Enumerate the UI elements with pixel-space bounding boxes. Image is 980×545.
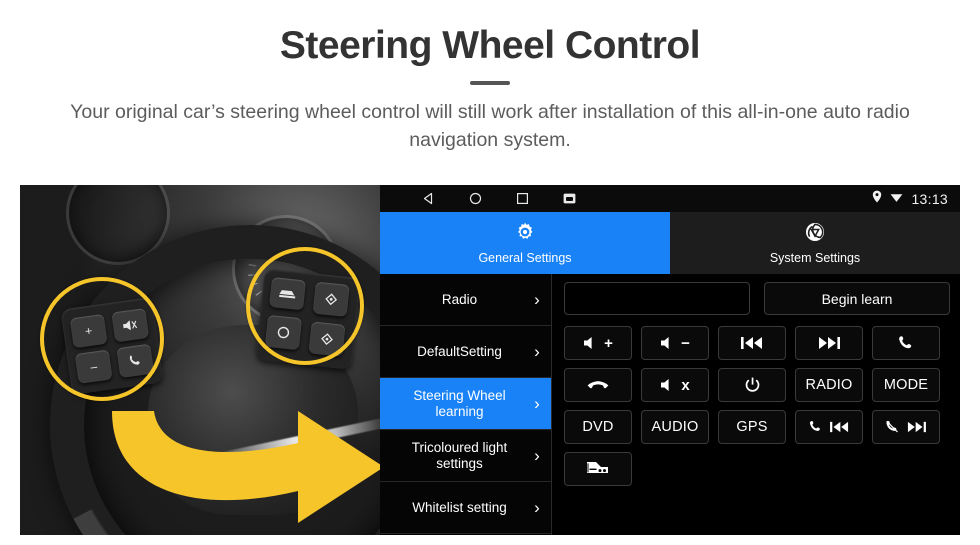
chevron-right-icon: › bbox=[534, 394, 540, 413]
audio-button[interactable]: AUDIO bbox=[641, 410, 709, 444]
function-button-grid: + − x RADIO MODE DVD AUDIO GPS bbox=[564, 326, 950, 486]
status-right-cluster: 13:13 bbox=[872, 185, 948, 212]
back-icon[interactable] bbox=[422, 192, 435, 205]
media-strip: + – 13:13 General Settings System Settin… bbox=[20, 185, 960, 535]
learn-status-input[interactable] bbox=[564, 282, 750, 315]
answer-call-button[interactable] bbox=[872, 326, 940, 360]
volume-up-button[interactable]: + bbox=[564, 326, 632, 360]
page-root: Steering Wheel Control Your original car… bbox=[0, 0, 980, 545]
mute-button[interactable]: x bbox=[641, 368, 709, 402]
system-swirl-icon bbox=[804, 221, 826, 246]
yellow-arrow-icon bbox=[112, 411, 380, 523]
power-button[interactable] bbox=[718, 368, 786, 402]
next-track-icon bbox=[817, 336, 841, 350]
end-call-button[interactable] bbox=[564, 368, 632, 402]
power-icon bbox=[744, 377, 761, 394]
recents-icon[interactable] bbox=[516, 192, 529, 205]
wifi-icon bbox=[890, 190, 903, 208]
begin-learn-button[interactable]: Begin learn bbox=[764, 282, 950, 315]
call-previous-button[interactable] bbox=[795, 410, 863, 444]
settings-tabs: General Settings System Settings bbox=[380, 212, 960, 274]
sidebar-item-steering-wheel-learning[interactable]: Steering Wheel learning › bbox=[380, 378, 551, 430]
chevron-right-icon: › bbox=[534, 446, 540, 465]
chevron-right-icon: › bbox=[534, 342, 540, 361]
hangup-next-button[interactable] bbox=[872, 410, 940, 444]
phone-icon bbox=[898, 335, 915, 352]
sidebar-item-label: Tricoloured light settings bbox=[411, 439, 508, 471]
gps-button-label: GPS bbox=[736, 419, 768, 435]
title-divider bbox=[470, 80, 510, 85]
page-title: Steering Wheel Control bbox=[279, 24, 701, 67]
mode-button[interactable]: MODE bbox=[872, 368, 940, 402]
android-nav-buttons bbox=[422, 192, 576, 205]
prev-track-icon bbox=[829, 421, 850, 433]
tab-general-settings-label: General Settings bbox=[478, 251, 572, 265]
prev-track-icon bbox=[740, 336, 764, 350]
speaker-icon bbox=[660, 378, 677, 392]
volume-down-button[interactable]: − bbox=[641, 326, 709, 360]
gps-button[interactable]: GPS bbox=[718, 410, 786, 444]
next-track-icon bbox=[906, 421, 927, 433]
radio-button[interactable]: RADIO bbox=[795, 368, 863, 402]
sidebar-item-label: DefaultSetting bbox=[417, 343, 502, 359]
phone-hangup-icon bbox=[586, 379, 610, 392]
screenshot-icon[interactable] bbox=[563, 193, 576, 204]
sidebar-item-label: Whitelist setting bbox=[412, 499, 507, 515]
chevron-right-icon: › bbox=[534, 498, 540, 517]
android-status-bar: 13:13 bbox=[380, 185, 960, 212]
sidebar-item-label: Radio bbox=[441, 291, 478, 307]
home-icon[interactable] bbox=[469, 192, 482, 205]
sidebar-item-label: Steering Wheel learning bbox=[413, 387, 506, 419]
settings-body: Radio › DefaultSetting › Steering Wheel … bbox=[380, 274, 960, 535]
next-track-button[interactable] bbox=[795, 326, 863, 360]
head-unit-screen: 13:13 General Settings System Settings R… bbox=[380, 185, 960, 535]
sidebar-item-whitelist-setting[interactable]: Whitelist setting › bbox=[380, 482, 551, 534]
car-icon bbox=[585, 460, 611, 478]
steering-wheel-learning-panel: Begin learn + − x RADIO MODE DVD AUDIO G… bbox=[552, 274, 960, 535]
tab-general-settings[interactable]: General Settings bbox=[380, 212, 670, 274]
settings-sidebar: Radio › DefaultSetting › Steering Wheel … bbox=[380, 274, 552, 535]
radio-button-label: RADIO bbox=[805, 377, 853, 393]
tab-system-settings-label: System Settings bbox=[769, 251, 861, 265]
phone-hangup-icon bbox=[885, 420, 900, 434]
pointer-arrow bbox=[102, 381, 380, 535]
sidebar-item-radio[interactable]: Radio › bbox=[380, 274, 551, 326]
page-header: Steering Wheel Control Your original car… bbox=[0, 0, 980, 154]
speaker-icon bbox=[583, 336, 600, 350]
chevron-right-icon: › bbox=[534, 290, 540, 309]
dvd-button-label: DVD bbox=[582, 419, 614, 435]
location-pin-icon bbox=[872, 190, 882, 208]
steering-wheel-photo: + – bbox=[20, 185, 380, 535]
learn-controls-row: Begin learn bbox=[564, 282, 950, 315]
sidebar-item-tricoloured-light-settings[interactable]: Tricoloured light settings › bbox=[380, 430, 551, 482]
previous-track-button[interactable] bbox=[718, 326, 786, 360]
sidebar-item-defaultsetting[interactable]: DefaultSetting › bbox=[380, 326, 551, 378]
vehicle-info-button[interactable] bbox=[564, 452, 632, 486]
phone-icon bbox=[809, 420, 823, 434]
page-subtitle: Your original car’s steering wheel contr… bbox=[70, 100, 910, 151]
status-clock: 13:13 bbox=[911, 190, 948, 207]
right-controls-highlight-circle bbox=[246, 247, 364, 365]
tab-system-settings[interactable]: System Settings bbox=[670, 212, 960, 274]
mode-button-label: MODE bbox=[883, 377, 929, 393]
speaker-icon bbox=[660, 336, 677, 350]
dvd-button[interactable]: DVD bbox=[564, 410, 632, 444]
audio-button-label: AUDIO bbox=[651, 419, 699, 435]
gear-icon bbox=[514, 221, 536, 246]
